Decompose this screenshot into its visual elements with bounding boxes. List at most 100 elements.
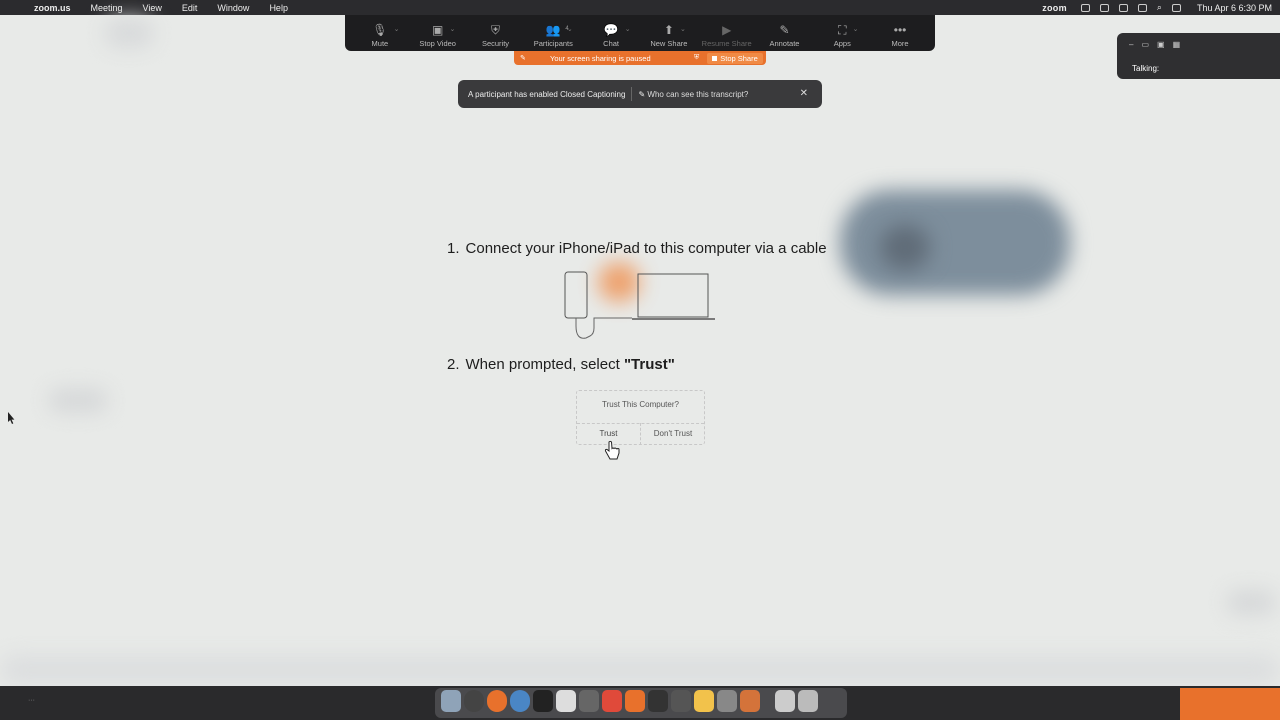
hand-pointer-icon <box>604 440 620 460</box>
chrome-icon[interactable] <box>487 690 507 712</box>
menubar-clock[interactable]: Thu Apr 6 6:30 PM <box>1197 3 1272 13</box>
dock <box>441 690 818 712</box>
participants-options-caret-icon[interactable]: ⌄ <box>567 21 573 39</box>
video-toggle-icon[interactable]: ▭ <box>1141 40 1149 49</box>
documents-icon[interactable] <box>775 690 795 712</box>
ellipsis-icon: ••• <box>893 23 907 37</box>
resume-share-button[interactable]: ▶ Resume Share <box>698 21 756 48</box>
cc-banner-divider <box>631 87 633 101</box>
apps-options-caret-icon[interactable]: ⌄ <box>853 21 859 39</box>
acrobat-icon[interactable] <box>602 690 622 712</box>
talking-label: Talking: <box>1132 64 1160 73</box>
speaker-panel[interactable]: – ▭ ▣ ▦ Talking: <box>1117 33 1280 79</box>
pen-icon[interactable]: ✎ <box>520 54 532 62</box>
resume-share-label: Resume Share <box>701 39 752 48</box>
battery-icon[interactable] <box>1118 3 1128 12</box>
instruction-step-1: 1. Connect your iPhone/iPad to this compu… <box>447 240 827 257</box>
mute-options-caret-icon[interactable]: ⌄ <box>394 21 400 39</box>
console-icon[interactable] <box>533 690 553 712</box>
closed-caption-banner: A participant has enabled Closed Caption… <box>458 80 822 108</box>
mute-button[interactable]: 🎙 ⌄ Mute <box>351 21 409 48</box>
new-share-label: New Share <box>650 39 688 48</box>
screen-share-status-icon[interactable] <box>1080 3 1090 12</box>
participants-label: Participants <box>533 39 573 48</box>
share-paused-message: Your screen sharing is paused <box>550 53 651 63</box>
speckle-noise <box>48 388 108 413</box>
menu-view[interactable]: View <box>143 3 162 13</box>
mouse-pointer-icon <box>8 412 15 424</box>
preview-icon[interactable] <box>579 690 599 712</box>
chat-button[interactable]: 💬 ⌄ Chat <box>582 21 640 48</box>
stop-video-button[interactable]: ▣ ⌄ Stop Video <box>409 21 467 48</box>
finder-icon[interactable] <box>441 690 461 712</box>
speaker-view-icon[interactable]: ▣ <box>1157 40 1165 49</box>
menu-help[interactable]: Help <box>269 3 288 13</box>
keynote-icon[interactable] <box>556 690 576 712</box>
microphone-icon: 🎙 <box>372 23 388 37</box>
more-button[interactable]: ••• More <box>871 21 929 48</box>
dock-left-label: ··· <box>28 697 35 704</box>
mute-label: Mute <box>371 39 389 48</box>
minimize-icon[interactable]: – <box>1129 40 1133 49</box>
launchpad-icon[interactable] <box>464 690 484 712</box>
zoom-meeting-controls: 🎙 ⌄ Mute ▣ ⌄ Stop Video ⛨ Security 👥 4 ⌄ Par… <box>345 15 935 51</box>
speckle-noise <box>104 18 154 48</box>
apps-icon: ⛶ <box>838 23 847 37</box>
dock-orange-accent <box>1180 688 1280 720</box>
editor-icon[interactable] <box>717 690 737 712</box>
more-label: More <box>891 39 909 48</box>
shield-icon: ⛨ <box>490 23 500 37</box>
dont-trust-option: Don't Trust <box>653 429 693 438</box>
app-icon[interactable] <box>740 690 760 712</box>
step-2-text: When prompted, select <box>465 356 624 373</box>
chat-bubble-icon: 💬 <box>603 23 619 37</box>
shield-icon[interactable]: ⛨ <box>694 54 699 62</box>
participants-button[interactable]: 👥 4 ⌄ Participants <box>524 21 582 48</box>
video-camera-icon: ▣ <box>432 23 444 37</box>
iphone-laptop-cable-illustration <box>564 271 715 339</box>
share-options-caret-icon[interactable]: ⌄ <box>680 21 686 39</box>
wifi-icon[interactable] <box>1137 3 1147 12</box>
transcript-visibility-link[interactable]: Who can see this transcript? <box>647 90 748 99</box>
apps-button[interactable]: ⛶ ⌄ Apps <box>813 21 871 48</box>
chat-options-caret-icon[interactable]: ⌄ <box>625 21 631 39</box>
instruction-step-2: 2. When prompted, select "Trust" <box>447 356 675 373</box>
display-icon[interactable] <box>1099 3 1109 12</box>
speckle-noise <box>1226 590 1276 615</box>
play-icon: ▶ <box>722 23 732 37</box>
word-icon[interactable] <box>648 690 668 712</box>
trash-icon[interactable] <box>798 690 818 712</box>
menu-edit[interactable]: Edit <box>182 3 198 13</box>
transcript-info-icon: ✎ <box>638 89 646 99</box>
annotate-button[interactable]: ✎ Annotate <box>756 21 814 48</box>
menu-app-name[interactable]: zoom.us <box>34 3 71 13</box>
zoom-status-logo[interactable]: zoom <box>1042 3 1067 13</box>
control-center-icon[interactable] <box>1171 3 1181 12</box>
stop-share-label: Stop Share <box>720 53 758 63</box>
terminal-icon[interactable] <box>510 690 530 712</box>
chat-label: Chat <box>603 39 619 48</box>
blurred-region <box>840 190 1070 295</box>
laptop-screen <box>637 273 709 318</box>
calculator-icon[interactable] <box>671 690 691 712</box>
photos-icon[interactable] <box>694 690 714 712</box>
search-icon[interactable]: ⌕ <box>1157 2 1162 13</box>
stop-video-label: Stop Video <box>419 39 456 48</box>
menu-window[interactable]: Window <box>217 3 249 13</box>
new-share-button[interactable]: ⬆ ⌄ New Share <box>640 21 698 48</box>
share-paused-bar: ✎ Your screen sharing is paused ⛨ Stop S… <box>514 51 766 65</box>
security-button[interactable]: ⛨ Security <box>467 21 525 48</box>
trust-computer-dialog-illustration: Trust This Computer? Trust Don't Trust <box>576 390 705 445</box>
trust-question: Trust This Computer? <box>602 400 679 409</box>
zoom-icon[interactable] <box>625 690 645 712</box>
stop-square-icon <box>712 55 718 61</box>
security-label: Security <box>481 39 510 48</box>
menu-meeting[interactable]: Meeting <box>91 3 123 13</box>
annotate-label: Annotate <box>769 39 800 48</box>
trust-option: Trust <box>599 429 618 438</box>
stop-share-button[interactable]: Stop Share <box>707 52 763 64</box>
bottom-haze <box>0 655 1280 685</box>
gallery-view-icon[interactable]: ▦ <box>1173 40 1181 49</box>
close-icon[interactable]: ✕ <box>800 88 808 99</box>
video-options-caret-icon[interactable]: ⌄ <box>449 21 455 39</box>
